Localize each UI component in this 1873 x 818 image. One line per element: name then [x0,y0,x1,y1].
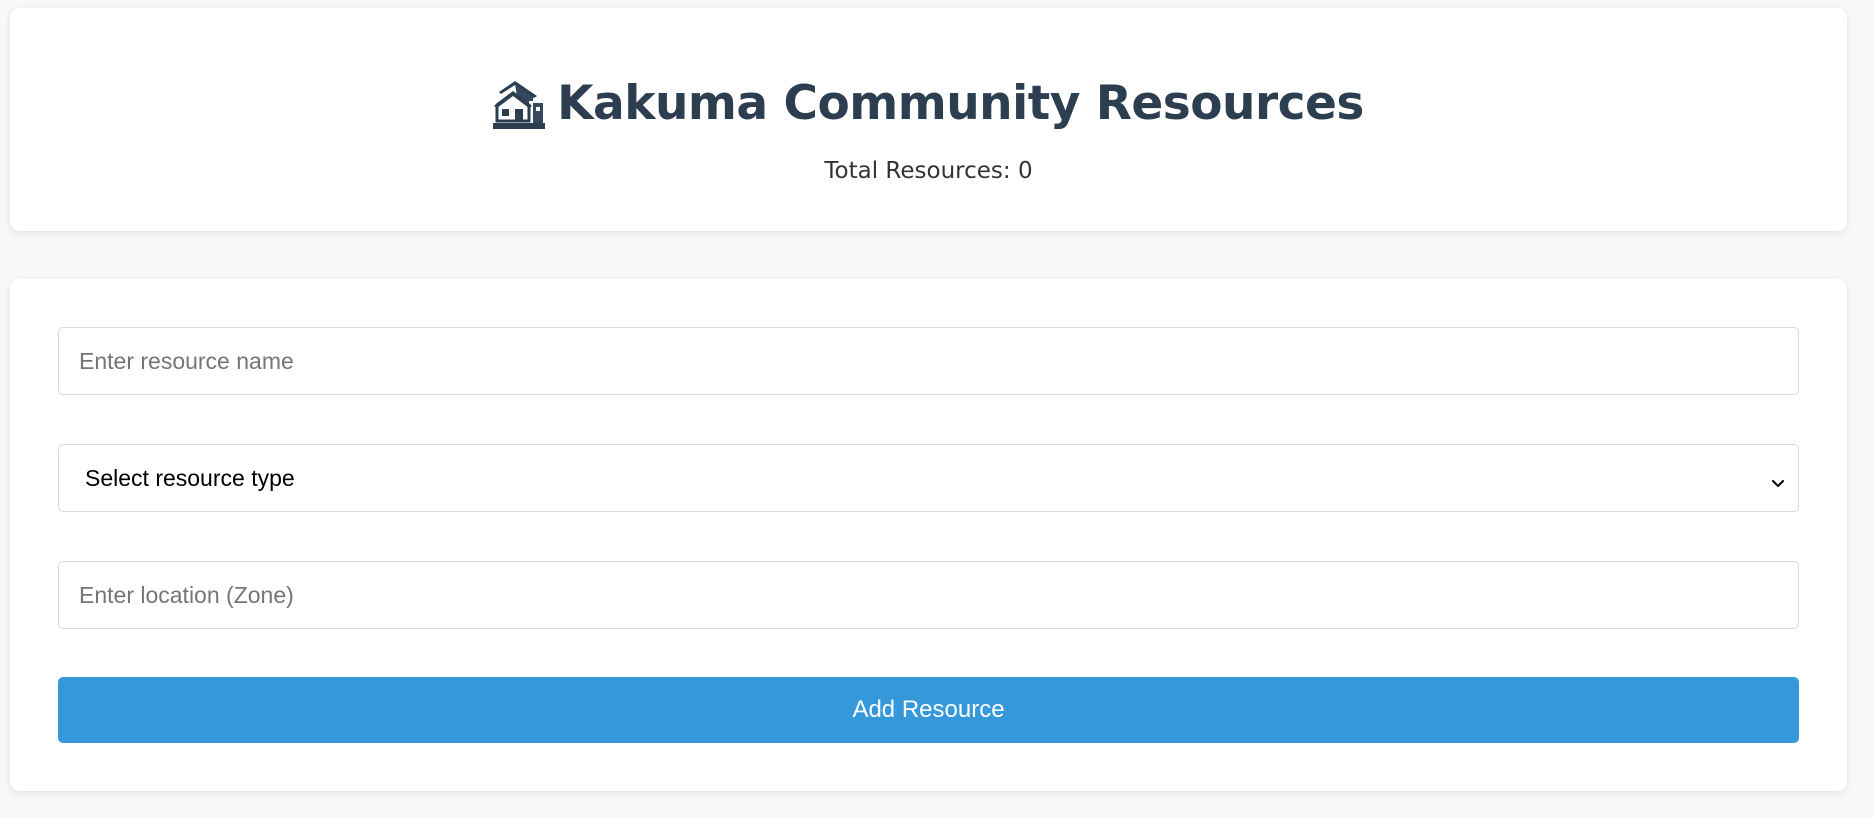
houses-icon [493,79,546,129]
page-title: Kakuma Community Resources [557,76,1364,131]
resource-type-select[interactable]: Select resource type [58,444,1799,512]
chevron-down-icon [1770,470,1786,487]
header-card: Kakuma Community Resources Total Resourc… [10,8,1847,231]
add-resource-button[interactable]: Add Resource [58,677,1799,743]
title-row: Kakuma Community Resources [10,74,1847,134]
resource-form: Select resource type Add Resource [10,279,1847,791]
resource-name-input[interactable] [58,327,1799,395]
total-resources-count: Total Resources: 0 [824,158,1033,184]
resource-type-selected-value: Select resource type [85,464,295,491]
location-input[interactable] [58,561,1799,629]
